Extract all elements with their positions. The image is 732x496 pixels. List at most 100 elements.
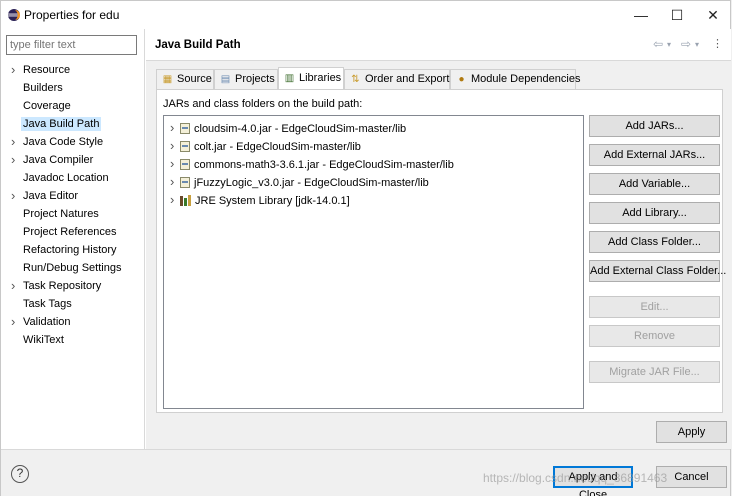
expand-arrow-icon[interactable]: › (11, 187, 15, 205)
add-class-folder-button[interactable]: Add Class Folder... (589, 231, 720, 253)
sidebar-item-label: Builders (23, 82, 63, 94)
expand-arrow-icon[interactable]: › (170, 119, 180, 137)
expand-arrow-icon[interactable]: › (11, 61, 15, 79)
properties-dialog: Properties for edu — ☐ ✕ › Resource Builde… (0, 0, 731, 496)
close-button[interactable]: ✕ (695, 1, 731, 29)
remove-button[interactable]: Remove (589, 325, 720, 347)
module-icon: ● (458, 74, 465, 85)
sidebar-item-label: Project Natures (23, 208, 99, 220)
page-header: Java Build Path ⇦ ▾ ⇨ ▾ ⋮ (146, 29, 731, 61)
sidebar-item-label: Resource (23, 64, 71, 76)
expand-arrow-icon[interactable]: › (11, 313, 15, 331)
library-entry-label: cloudsim-4.0.jar - EdgeCloudSim-master/l… (194, 123, 407, 135)
sidebar-item-label: Java Compiler (23, 154, 94, 166)
title-bar: Properties for edu — ☐ ✕ (1, 1, 730, 29)
sidebar-item-label: Run/Debug Settings (23, 262, 122, 274)
help-icon[interactable]: ? (11, 465, 29, 483)
library-entry[interactable]: › JRE System Library [jdk-14.0.1] (170, 191, 350, 209)
tab-projects[interactable]: ▤ Projects (214, 69, 278, 89)
library-entry[interactable]: › jFuzzyLogic_v3.0.jar - EdgeCloudSim-mas… (170, 173, 429, 191)
expand-arrow-icon[interactable]: › (11, 133, 15, 151)
library-entry[interactable]: › colt.jar - EdgeCloudSim-master/lib (170, 137, 361, 155)
tab-label: Libraries (299, 72, 342, 84)
library-entry[interactable]: › cloudsim-4.0.jar - EdgeCloudSim-master/… (170, 119, 406, 137)
view-menu-icon[interactable]: ⋮ (712, 37, 723, 50)
expand-arrow-icon[interactable]: › (170, 173, 180, 191)
sidebar-item-project-references[interactable]: Project References (1, 223, 145, 241)
minimize-button[interactable]: — (623, 1, 659, 29)
expand-arrow-icon[interactable]: › (11, 277, 15, 295)
expand-arrow-icon[interactable]: › (170, 191, 180, 209)
add-variable-button[interactable]: Add Variable... (589, 173, 720, 195)
add-jars-button[interactable]: Add JARs... (589, 115, 720, 137)
sidebar: › Resource Builders Coverage Java Build Path… (1, 29, 145, 449)
filter-input[interactable] (6, 35, 137, 55)
sidebar-item-label: Javadoc Location (23, 172, 109, 184)
cancel-button[interactable]: Cancel (656, 466, 727, 488)
property-page-tree: › Resource Builders Coverage Java Build Path… (1, 61, 145, 349)
sidebar-item-wikitext[interactable]: WikiText (1, 331, 145, 349)
library-list[interactable]: › cloudsim-4.0.jar - EdgeCloudSim-master/… (163, 115, 584, 409)
back-arrow-icon[interactable]: ⇦ (653, 37, 663, 51)
tab-label: Source (177, 73, 212, 85)
page-title: Java Build Path (155, 39, 241, 51)
tab-label: Projects (235, 73, 275, 85)
tab-libraries[interactable]: ▥ Libraries (278, 67, 344, 89)
sidebar-item-label: Task Repository (23, 280, 102, 292)
libraries-caption: JARs and class folders on the build path… (163, 98, 363, 110)
sidebar-item-refactoring-history[interactable]: Refactoring History (1, 241, 145, 259)
tab-order-and-export[interactable]: ⇅ Order and Export (344, 69, 450, 89)
main-panel: Java Build Path ⇦ ▾ ⇨ ▾ ⋮ ▦ Source ▤ Proje… (146, 29, 731, 449)
add-external-jars-button[interactable]: Add External JARs... (589, 144, 720, 166)
tab-module-dependencies[interactable]: ● Module Dependencies (450, 69, 580, 89)
migrate-jar-file-button[interactable]: Migrate JAR File... (589, 361, 720, 383)
sidebar-item-builders[interactable]: Builders (1, 79, 145, 97)
sidebar-item-label: Java Code Style (23, 136, 104, 148)
sidebar-item-java-code-style[interactable]: › Java Code Style (1, 133, 145, 151)
jre-library-icon (180, 195, 191, 206)
order-export-icon: ⇅ (351, 74, 360, 85)
sidebar-item-label: Coverage (23, 100, 71, 112)
sidebar-item-label: Project References (23, 226, 117, 238)
jar-icon (180, 159, 190, 170)
forward-arrow-icon[interactable]: ⇨ (681, 37, 691, 51)
libraries-tab-panel: JARs and class folders on the build path… (156, 89, 726, 413)
add-external-class-folder-button[interactable]: Add External Class Folder... (589, 260, 726, 282)
sidebar-item-label: Validation (23, 316, 71, 328)
add-library-button[interactable]: Add Library... (589, 202, 720, 224)
projects-icon: ▤ (220, 74, 231, 85)
expand-arrow-icon[interactable]: › (11, 151, 15, 169)
sidebar-item-resource[interactable]: › Resource (1, 61, 145, 79)
sidebar-item-project-natures[interactable]: Project Natures (1, 205, 145, 223)
sidebar-item-java-editor[interactable]: › Java Editor (1, 187, 145, 205)
sidebar-item-label: Java Editor (23, 190, 79, 202)
jar-icon (180, 141, 190, 152)
edit-button[interactable]: Edit... (589, 296, 720, 318)
library-entry-label: colt.jar - EdgeCloudSim-master/lib (194, 141, 361, 153)
sidebar-item-run-debug-settings[interactable]: Run/Debug Settings (1, 259, 145, 277)
sidebar-item-label: Java Build Path (21, 117, 102, 131)
sidebar-item-java-build-path[interactable]: Java Build Path (1, 115, 145, 133)
maximize-button[interactable]: ☐ (659, 1, 695, 29)
apply-and-close-button[interactable]: Apply and Close (553, 466, 633, 496)
sidebar-item-java-compiler[interactable]: › Java Compiler (1, 151, 145, 169)
sidebar-item-javadoc-location[interactable]: Javadoc Location (1, 169, 145, 187)
library-entry[interactable]: › commons-math3-3.6.1.jar - EdgeCloudSim-… (170, 155, 454, 173)
dropdown-icon[interactable]: ▾ (667, 40, 671, 49)
tab-label: Module Dependencies (471, 73, 581, 85)
expand-arrow-icon[interactable]: › (170, 155, 180, 173)
source-folder-icon: ▦ (162, 74, 173, 85)
sidebar-item-task-repository[interactable]: › Task Repository (1, 277, 145, 295)
sidebar-item-validation[interactable]: › Validation (1, 313, 145, 331)
sidebar-item-coverage[interactable]: Coverage (1, 97, 145, 115)
sidebar-item-task-tags[interactable]: Task Tags (1, 295, 145, 313)
apply-button[interactable]: Apply (656, 421, 727, 443)
tab-source[interactable]: ▦ Source (156, 69, 214, 89)
tab-label: Order and Export (365, 73, 450, 85)
sidebar-item-label: Task Tags (23, 298, 72, 310)
jar-icon (180, 123, 190, 134)
sidebar-item-label: Refactoring History (23, 244, 117, 256)
dropdown-icon[interactable]: ▾ (695, 40, 699, 49)
window-title: Properties for edu (24, 8, 120, 22)
expand-arrow-icon[interactable]: › (170, 137, 180, 155)
